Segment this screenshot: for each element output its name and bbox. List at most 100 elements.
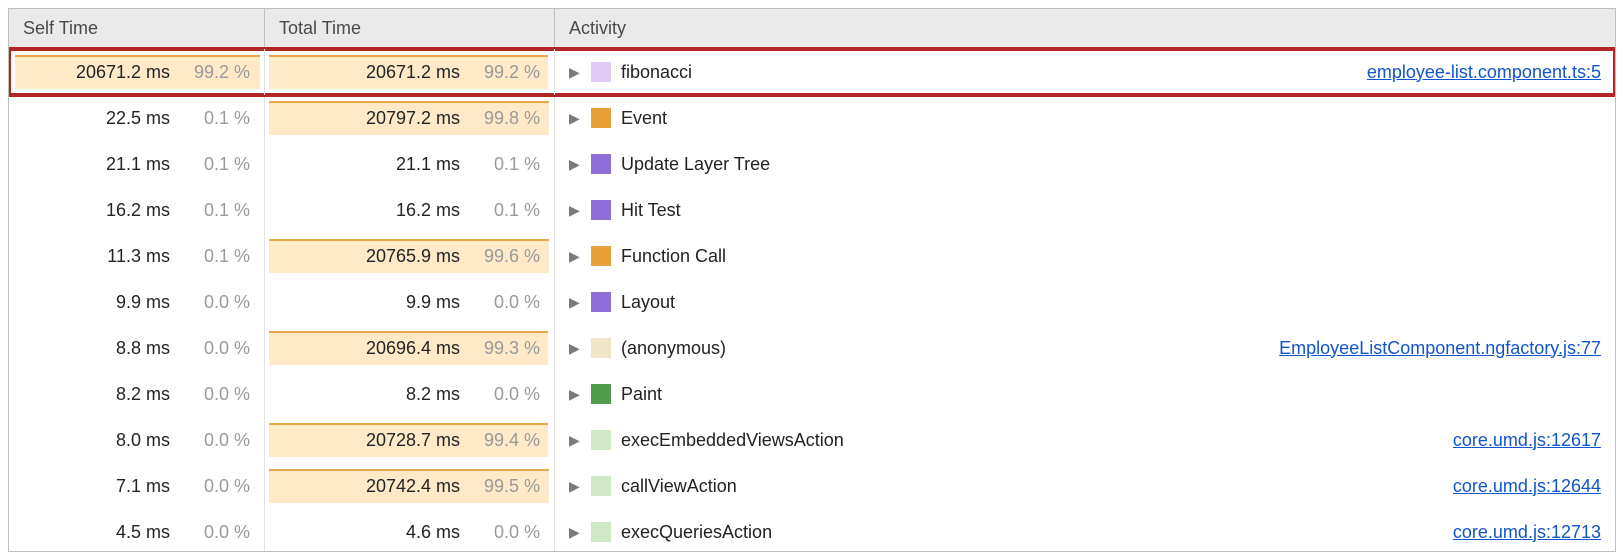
activity-cell: ▶ Paint bbox=[555, 371, 1615, 417]
activity-name: execEmbeddedViewsAction bbox=[621, 430, 844, 451]
activity-cell: ▶ Layout bbox=[555, 279, 1615, 325]
source-link[interactable]: EmployeeListComponent.ngfactory.js:77 bbox=[1279, 338, 1601, 359]
table-row[interactable]: 8.2 ms0.0 %8.2 ms0.0 %▶Paint bbox=[9, 371, 1615, 417]
source-link[interactable]: employee-list.component.ts:5 bbox=[1367, 62, 1601, 83]
self-time-value: 16.2 ms bbox=[106, 200, 170, 221]
activity-color-swatch bbox=[591, 200, 611, 220]
total-time-cell: 20671.2 ms 99.2 % bbox=[265, 49, 555, 95]
activity-color-swatch bbox=[591, 476, 611, 496]
expand-icon[interactable]: ▶ bbox=[569, 432, 581, 449]
activity-color-swatch bbox=[591, 154, 611, 174]
expand-icon[interactable]: ▶ bbox=[569, 294, 581, 311]
self-time-value: 8.2 ms bbox=[116, 384, 170, 405]
activity-name: (anonymous) bbox=[621, 338, 726, 359]
table-row[interactable]: 9.9 ms 0.0 % 9.9 ms 0.0 % ▶ Layout bbox=[9, 279, 1615, 325]
activity-cell: ▶ fibonacci employee-list.component.ts:5 bbox=[555, 49, 1615, 95]
total-time-value: 20765.9 ms bbox=[366, 246, 460, 267]
activity-name: callViewAction bbox=[621, 476, 737, 497]
self-time-value: 7.1 ms bbox=[116, 476, 170, 497]
activity-color-swatch bbox=[591, 384, 611, 404]
activity-cell: ▶ execQueriesAction core.umd.js:12713 bbox=[555, 509, 1615, 552]
table-row[interactable]: 7.1 ms 0.0 % 20742.4 ms 99.5 % ▶ callViewActi… bbox=[9, 463, 1615, 509]
table-row[interactable]: 16.2 ms0.1 %16.2 ms0.1 %▶Hit Test bbox=[9, 187, 1615, 233]
expand-icon[interactable]: ▶ bbox=[569, 64, 581, 81]
self-time-cell: 9.9 ms 0.0 % bbox=[9, 279, 265, 325]
total-time-value: 21.1 ms bbox=[396, 154, 460, 175]
total-time-pct: 99.4 % bbox=[466, 430, 540, 451]
expand-icon[interactable]: ▶ bbox=[569, 156, 581, 173]
activity-name: fibonacci bbox=[621, 62, 692, 83]
total-time-cell: 21.1 ms 0.1 % bbox=[265, 141, 555, 187]
total-time-cell: 4.6 ms0.0 % bbox=[265, 509, 555, 552]
activity-color-swatch bbox=[591, 430, 611, 450]
self-time-value: 4.5 ms bbox=[116, 522, 170, 543]
activity-name: Function Call bbox=[621, 246, 726, 267]
total-time-pct: 99.3 % bbox=[466, 338, 540, 359]
source-link[interactable]: core.umd.js:12644 bbox=[1453, 476, 1601, 497]
activity-name: Paint bbox=[621, 384, 662, 405]
total-time-pct: 0.1 % bbox=[466, 154, 540, 175]
total-time-cell: 20728.7 ms99.4 % bbox=[265, 417, 555, 463]
self-time-value: 8.8 ms bbox=[116, 338, 170, 359]
self-time-cell: 22.5 ms0.1 % bbox=[9, 95, 265, 141]
activity-name: Hit Test bbox=[621, 200, 681, 221]
self-time-value: 9.9 ms bbox=[116, 292, 170, 313]
total-time-cell: 20765.9 ms 99.6 % bbox=[265, 233, 555, 279]
activity-cell: ▶ Hit Test bbox=[555, 187, 1615, 233]
source-link[interactable]: core.umd.js:12617 bbox=[1453, 430, 1601, 451]
self-time-cell: 11.3 ms0.1 % bbox=[9, 233, 265, 279]
total-time-pct: 99.6 % bbox=[466, 246, 540, 267]
total-time-pct: 0.0 % bbox=[466, 384, 540, 405]
table-row[interactable]: 22.5 ms0.1 %20797.2 ms99.8 %▶Event bbox=[9, 95, 1615, 141]
activity-color-swatch bbox=[591, 292, 611, 312]
total-time-value: 20696.4 ms bbox=[366, 338, 460, 359]
self-time-cell: 21.1 ms0.1 % bbox=[9, 141, 265, 187]
column-header-total-time[interactable]: Total Time bbox=[265, 9, 555, 48]
table-row[interactable]: 8.8 ms0.0 %20696.4 ms99.3 %▶(anonymous)E… bbox=[9, 325, 1615, 371]
total-time-pct: 99.5 % bbox=[466, 476, 540, 497]
column-header-self-time[interactable]: Self Time bbox=[9, 9, 265, 48]
self-time-cell: 8.2 ms0.0 % bbox=[9, 371, 265, 417]
activity-cell: ▶ (anonymous) EmployeeListComponent.ngfact… bbox=[555, 325, 1615, 371]
activity-color-swatch bbox=[591, 108, 611, 128]
source-link[interactable]: core.umd.js:12713 bbox=[1453, 522, 1601, 543]
total-time-value: 20671.2 ms bbox=[366, 62, 460, 83]
table-row[interactable]: 20671.2 ms 99.2 % 20671.2 ms 99.2 % ▶ fibonac… bbox=[9, 49, 1615, 95]
activity-color-swatch bbox=[591, 246, 611, 266]
total-time-value: 9.9 ms bbox=[406, 292, 460, 313]
total-time-cell: 20742.4 ms 99.5 % bbox=[265, 463, 555, 509]
table-row[interactable]: 4.5 ms0.0 %4.6 ms0.0 %▶execQueriesAction… bbox=[9, 509, 1615, 552]
self-time-pct: 0.1 % bbox=[176, 108, 250, 129]
self-time-cell: 8.0 ms0.0 % bbox=[9, 417, 265, 463]
profiler-table: Self Time Total Time Activity 20671.2 ms… bbox=[8, 8, 1616, 552]
table-row[interactable]: 8.0 ms0.0 %20728.7 ms99.4 % ▶ execEmbedded… bbox=[9, 417, 1615, 463]
total-time-pct: 0.0 % bbox=[466, 292, 540, 313]
activity-color-swatch bbox=[591, 522, 611, 542]
total-time-pct: 99.8 % bbox=[466, 108, 540, 129]
total-time-value: 8.2 ms bbox=[406, 384, 460, 405]
expand-icon[interactable]: ▶ bbox=[569, 478, 581, 495]
expand-icon[interactable]: ▶ bbox=[569, 110, 581, 127]
activity-cell: ▶ callViewAction core.umd.js:12644 bbox=[555, 463, 1615, 509]
total-time-value: 20742.4 ms bbox=[366, 476, 460, 497]
expand-icon[interactable]: ▶ bbox=[569, 340, 581, 357]
table-row[interactable]: 11.3 ms0.1 % 20765.9 ms 99.6 % ▶ Function Ca… bbox=[9, 233, 1615, 279]
self-time-value: 20671.2 ms bbox=[76, 62, 170, 83]
self-time-pct: 0.0 % bbox=[176, 292, 250, 313]
expand-icon[interactable]: ▶ bbox=[569, 386, 581, 403]
total-time-cell: 16.2 ms 0.1 % bbox=[265, 187, 555, 233]
self-time-pct: 0.0 % bbox=[176, 476, 250, 497]
total-time-value: 16.2 ms bbox=[396, 200, 460, 221]
activity-name: execQueriesAction bbox=[621, 522, 772, 543]
expand-icon[interactable]: ▶ bbox=[569, 524, 581, 541]
activity-color-swatch bbox=[591, 338, 611, 358]
column-header-activity[interactable]: Activity bbox=[555, 9, 1615, 48]
expand-icon[interactable]: ▶ bbox=[569, 248, 581, 265]
total-time-pct: 0.1 % bbox=[466, 200, 540, 221]
activity-name: Layout bbox=[621, 292, 675, 313]
table-row[interactable]: 21.1 ms0.1 %21.1 ms0.1 %▶Update Layer Tr… bbox=[9, 141, 1615, 187]
self-time-pct: 99.2 % bbox=[176, 62, 250, 83]
total-time-pct: 99.2 % bbox=[466, 62, 540, 83]
expand-icon[interactable]: ▶ bbox=[569, 202, 581, 219]
self-time-cell: 20671.2 ms 99.2 % bbox=[9, 49, 265, 95]
